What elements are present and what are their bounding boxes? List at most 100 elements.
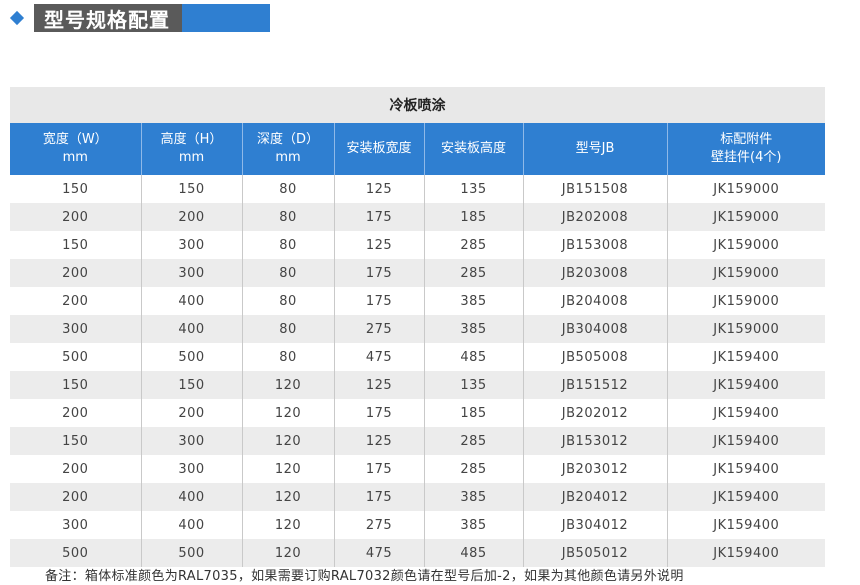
cell-model: JB204012 — [522, 483, 667, 511]
table-row: 200 300 120 175 285 JB203012 JK159400 — [10, 455, 826, 483]
cell-model: JB151508 — [522, 175, 667, 203]
header-height: 高度（H） mm — [140, 123, 242, 175]
cell-width: 150 — [10, 371, 141, 399]
header-plate-height: 安装板高度 — [423, 123, 523, 175]
cell-accessory: JK159000 — [666, 175, 826, 203]
cell-plate-height: 385 — [423, 483, 523, 511]
table-row: 200 400 120 175 385 JB204012 JK159400 — [10, 483, 826, 511]
cell-plate-width: 125 — [333, 231, 424, 259]
cell-depth: 120 — [241, 427, 334, 455]
cell-accessory: JK159000 — [666, 315, 826, 343]
cell-plate-height: 285 — [423, 427, 523, 455]
cell-depth: 120 — [241, 371, 334, 399]
footnote: 备注：箱体标准颜色为RAL7035，如果需要订购RAL7032颜色请在型号后加-… — [45, 569, 684, 584]
cell-plate-height: 385 — [423, 315, 523, 343]
cell-plate-height: 385 — [423, 287, 523, 315]
diamond-bullet-icon — [9, 10, 25, 26]
cell-depth: 120 — [241, 399, 334, 427]
cell-accessory: JK159000 — [666, 231, 826, 259]
section-header: 型号规格配置 — [9, 4, 270, 32]
cell-accessory: JK159000 — [666, 259, 826, 287]
cell-height: 400 — [140, 287, 242, 315]
cell-depth: 80 — [241, 259, 334, 287]
cell-width: 200 — [10, 455, 141, 483]
header-plate-width: 安装板宽度 — [333, 123, 424, 175]
cell-plate-width: 275 — [333, 315, 424, 343]
cell-height: 400 — [140, 315, 242, 343]
cell-plate-height: 485 — [423, 539, 523, 567]
cell-width: 300 — [10, 511, 141, 539]
table-row: 500 500 80 475 485 JB505008 JK159400 — [10, 343, 826, 371]
cell-depth: 120 — [241, 455, 334, 483]
cell-model: JB153012 — [522, 427, 667, 455]
cell-model: JB304008 — [522, 315, 667, 343]
cell-model: JB304012 — [522, 511, 667, 539]
header-accessory: 标配附件 壁挂件(4个) — [666, 123, 826, 175]
section-title-box: 型号规格配置 — [34, 4, 270, 32]
cell-accessory: JK159400 — [666, 371, 826, 399]
table-row: 150 150 120 125 135 JB151512 JK159400 — [10, 371, 826, 399]
cell-width: 150 — [10, 231, 141, 259]
cell-width: 300 — [10, 315, 141, 343]
table-body: 150 150 80 125 135 JB151508 JK159000 200 200 80 17… — [10, 175, 826, 567]
cell-width: 200 — [10, 399, 141, 427]
cell-accessory: JK159000 — [666, 203, 826, 231]
cell-plate-width: 175 — [333, 259, 424, 287]
table-row: 150 300 120 125 285 JB153012 JK159400 — [10, 427, 826, 455]
cell-accessory: JK159400 — [666, 539, 826, 567]
cell-height: 150 — [140, 371, 242, 399]
cell-plate-height: 285 — [423, 455, 523, 483]
table-row: 300 400 80 275 385 JB304008 JK159000 — [10, 315, 826, 343]
table-row: 500 500 120 475 485 JB505012 JK159400 — [10, 539, 826, 567]
cell-plate-height: 385 — [423, 511, 523, 539]
table-row: 200 400 80 175 385 JB204008 JK159000 — [10, 287, 826, 315]
cell-depth: 80 — [241, 315, 334, 343]
cell-depth: 120 — [241, 511, 334, 539]
cell-model: JB203012 — [522, 455, 667, 483]
cell-model: JB204008 — [522, 287, 667, 315]
cell-model: JB505012 — [522, 539, 667, 567]
cell-height: 150 — [140, 175, 242, 203]
cell-accessory: JK159400 — [666, 455, 826, 483]
cell-width: 150 — [10, 427, 141, 455]
cell-model: JB203008 — [522, 259, 667, 287]
cell-plate-width: 125 — [333, 175, 424, 203]
cell-plate-width: 175 — [333, 203, 424, 231]
cell-plate-width: 175 — [333, 455, 424, 483]
cell-plate-width: 475 — [333, 539, 424, 567]
cell-depth: 80 — [241, 231, 334, 259]
cell-width: 200 — [10, 287, 141, 315]
table-row: 150 300 80 125 285 JB153008 JK159000 — [10, 231, 826, 259]
cell-plate-width: 125 — [333, 427, 424, 455]
cell-height: 300 — [140, 259, 242, 287]
header-width: 宽度（W） mm — [10, 123, 141, 175]
cell-accessory: JK159400 — [666, 511, 826, 539]
cell-depth: 80 — [241, 175, 334, 203]
cell-height: 400 — [140, 483, 242, 511]
cell-width: 500 — [10, 539, 141, 567]
table-row: 200 200 120 175 185 JB202012 JK159400 — [10, 399, 826, 427]
cell-height: 500 — [140, 539, 242, 567]
cell-depth: 80 — [241, 343, 334, 371]
cell-model: JB202012 — [522, 399, 667, 427]
table-row: 150 150 80 125 135 JB151508 JK159000 — [10, 175, 826, 203]
table-row: 300 400 120 275 385 JB304012 JK159400 — [10, 511, 826, 539]
section-title: 型号规格配置 — [34, 4, 182, 32]
cell-height: 200 — [140, 203, 242, 231]
cell-width: 200 — [10, 203, 141, 231]
table-row: 200 300 80 175 285 JB203008 JK159000 — [10, 259, 826, 287]
cell-accessory: JK159400 — [666, 427, 826, 455]
cell-plate-width: 175 — [333, 399, 424, 427]
cell-width: 150 — [10, 175, 141, 203]
cell-plate-height: 185 — [423, 203, 523, 231]
cell-plate-height: 485 — [423, 343, 523, 371]
cell-model: JB151512 — [522, 371, 667, 399]
cell-depth: 120 — [241, 539, 334, 567]
cell-plate-width: 275 — [333, 511, 424, 539]
cell-model: JB202008 — [522, 203, 667, 231]
spec-table: 冷板喷涂 宽度（W） mm 高度（H） mm 深度（D） mm 安装板宽度 安装板高度… — [10, 87, 826, 567]
cell-height: 400 — [140, 511, 242, 539]
table-caption: 冷板喷涂 — [10, 87, 826, 123]
header-depth: 深度（D） mm — [241, 123, 334, 175]
table-header-row: 宽度（W） mm 高度（H） mm 深度（D） mm 安装板宽度 安装板高度 型号JB… — [10, 123, 826, 175]
